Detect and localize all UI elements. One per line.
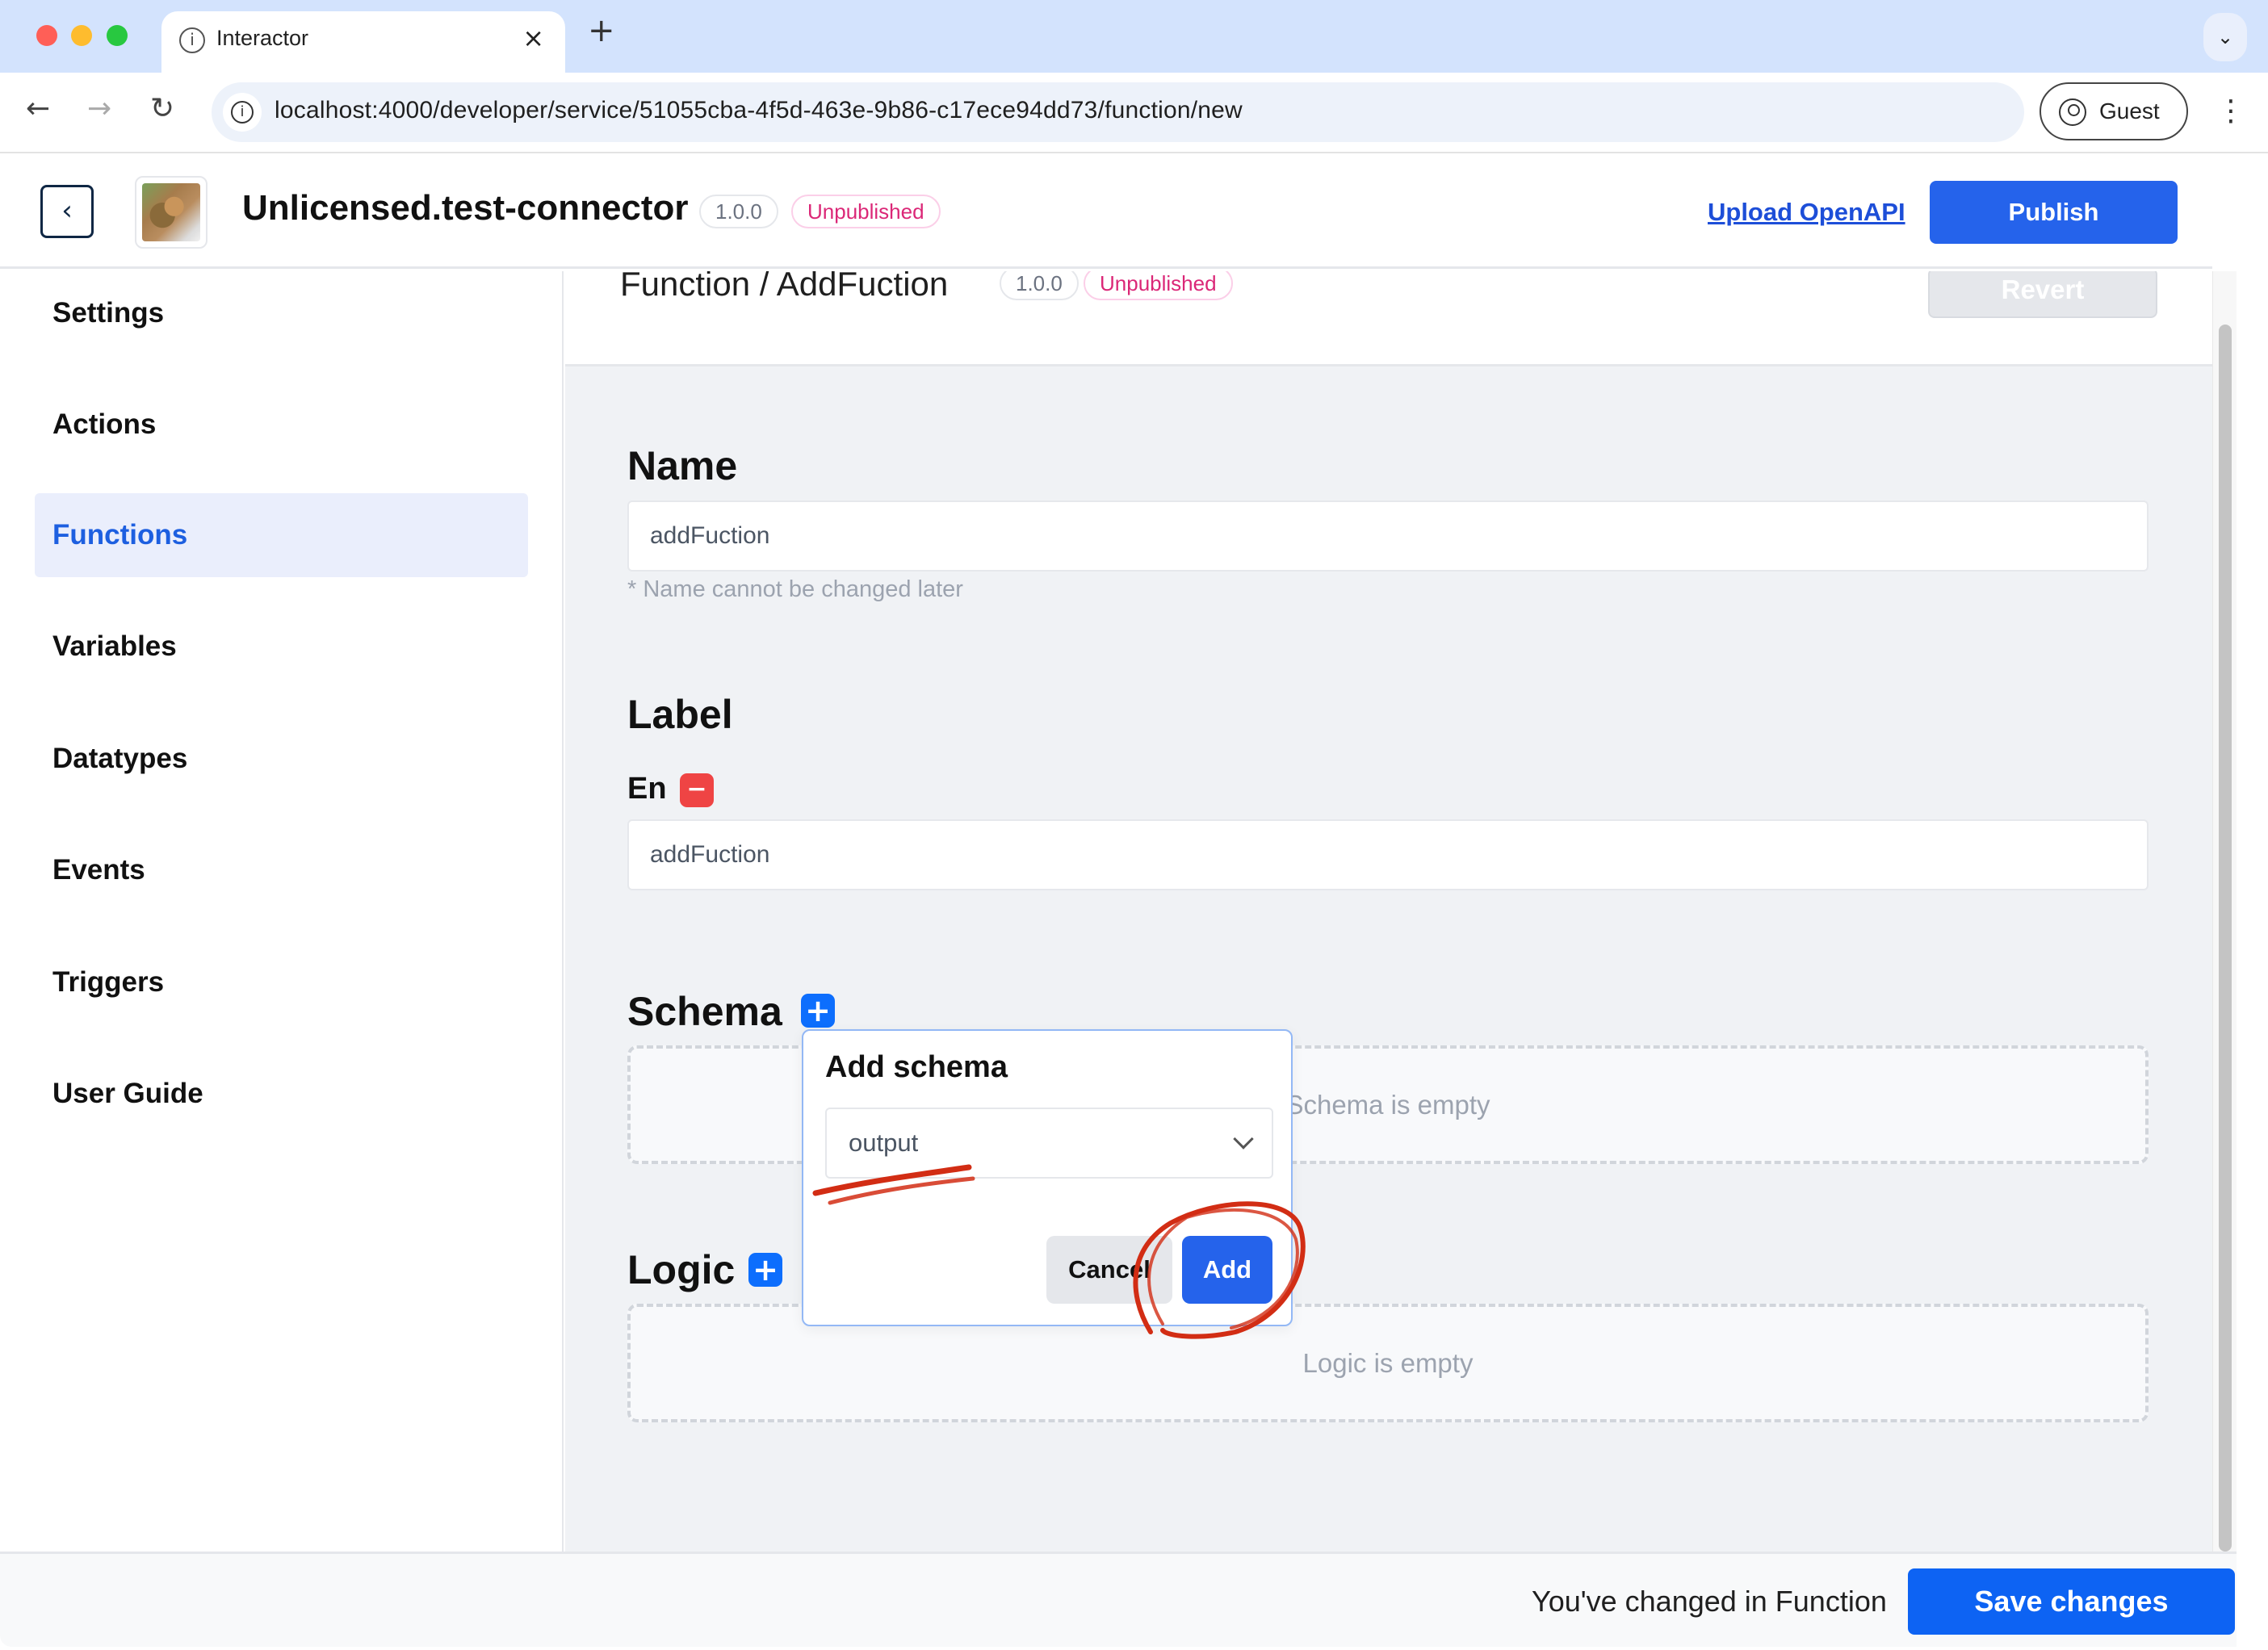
profile-button[interactable]: Guest <box>2040 82 2188 140</box>
new-tab-button[interactable]: + <box>588 15 615 47</box>
sidebar-item-variables[interactable]: Variables <box>35 605 528 689</box>
schema-heading: Schema <box>627 989 782 1034</box>
main-content: Function / AddFuction 1.0.0 Unpublished … <box>565 271 2212 1552</box>
window-close-button[interactable] <box>36 25 57 46</box>
add-button[interactable]: Add <box>1182 1236 1272 1304</box>
cancel-button[interactable]: Cancel <box>1046 1236 1172 1304</box>
sidebar-item-actions[interactable]: Actions <box>35 383 528 467</box>
info-icon: i <box>231 101 254 124</box>
url-text[interactable]: localhost:4000/developer/service/51055cb… <box>275 97 1243 124</box>
sidebar-item-triggers[interactable]: Triggers <box>35 940 528 1024</box>
upload-openapi-link[interactable]: Upload OpenAPI <box>1708 198 1905 227</box>
name-input[interactable]: addFuction <box>627 500 2149 572</box>
browser-toolbar: ← → ↻ i localhost:4000/developer/service… <box>0 73 2268 153</box>
forward-arrow-icon[interactable]: → <box>87 92 111 125</box>
publish-button[interactable]: Publish <box>1930 181 2178 244</box>
sidebar: Settings Actions Functions Variables Dat… <box>0 271 564 1552</box>
minus-icon: − <box>686 775 707 803</box>
scrollbar-thumb[interactable] <box>2219 325 2232 1552</box>
status-badge: Unpublished <box>791 195 941 228</box>
sidebar-item-user-guide[interactable]: User Guide <box>35 1052 528 1136</box>
popover-title: Add schema <box>825 1050 1008 1084</box>
reload-icon[interactable]: ↻ <box>150 92 174 125</box>
revert-button[interactable]: Revert <box>1928 271 2157 318</box>
label-heading: Label <box>627 692 733 737</box>
chevron-down-icon <box>1233 1129 1254 1150</box>
schema-type-value: output <box>849 1129 919 1157</box>
breadcrumb: Function / AddFuction <box>620 271 949 303</box>
window-minimize-button[interactable] <box>71 25 92 46</box>
function-version-badge: 1.0.0 <box>1000 271 1079 300</box>
unsaved-changes-message: You've changed in Function <box>1532 1585 1887 1618</box>
label-en-input[interactable]: addFuction <box>627 819 2149 890</box>
back-button[interactable]: ‹ <box>40 185 94 238</box>
main-scrollbar[interactable] <box>2212 271 2237 1552</box>
app-header: ‹ Unlicensed.test-connector 1.0.0 Unpubl… <box>0 154 2212 269</box>
address-bar[interactable]: i localhost:4000/developer/service/51055… <box>212 82 2024 142</box>
sidebar-item-settings[interactable]: Settings <box>35 271 528 355</box>
add-schema-button[interactable]: + <box>801 994 835 1028</box>
version-badge: 1.0.0 <box>699 195 778 228</box>
profile-label: Guest <box>2099 98 2160 124</box>
browser-tab-bar: i Interactor × + ⌄ <box>0 0 2268 73</box>
back-arrow-icon[interactable]: ← <box>26 92 50 125</box>
close-tab-icon[interactable]: × <box>522 23 544 53</box>
name-hint: * Name cannot be changed later <box>627 576 963 602</box>
chevron-left-icon: ‹ <box>61 195 73 227</box>
add-logic-button[interactable]: + <box>748 1253 782 1287</box>
function-subheader: Function / AddFuction 1.0.0 Unpublished … <box>565 271 2212 366</box>
sidebar-item-datatypes[interactable]: Datatypes <box>35 717 528 801</box>
sidebar-item-events[interactable]: Events <box>35 828 528 912</box>
site-info-button[interactable]: i <box>223 93 262 132</box>
plus-icon: + <box>753 1252 778 1288</box>
info-icon: i <box>179 27 205 53</box>
more-menu-icon[interactable]: ⋮ <box>2216 87 2245 136</box>
cat-avatar-image <box>142 183 200 241</box>
browser-tab[interactable]: i Interactor × <box>161 11 565 73</box>
name-heading: Name <box>627 443 738 488</box>
app-title: Unlicensed.test-connector <box>242 188 689 228</box>
sidebar-item-functions[interactable]: Functions <box>35 493 528 577</box>
plus-icon: + <box>805 993 831 1028</box>
add-schema-popover: Add schema output Cancel Add <box>802 1029 1293 1326</box>
tab-title: Interactor <box>216 26 309 50</box>
unsaved-changes-bar: You've changed in Function Save changes <box>0 1552 2237 1647</box>
chevron-down-icon: ⌄ <box>2216 26 2234 48</box>
user-icon <box>2059 98 2086 126</box>
app-logo <box>135 176 208 249</box>
logic-heading: Logic <box>627 1247 736 1292</box>
language-label: En <box>627 772 667 806</box>
remove-language-button[interactable]: − <box>680 773 714 807</box>
tab-search-button[interactable]: ⌄ <box>2203 13 2247 61</box>
window-maximize-button[interactable] <box>107 25 128 46</box>
schema-type-select[interactable]: output <box>825 1108 1273 1179</box>
save-changes-button[interactable]: Save changes <box>1908 1568 2235 1635</box>
function-status-badge: Unpublished <box>1084 271 1233 300</box>
